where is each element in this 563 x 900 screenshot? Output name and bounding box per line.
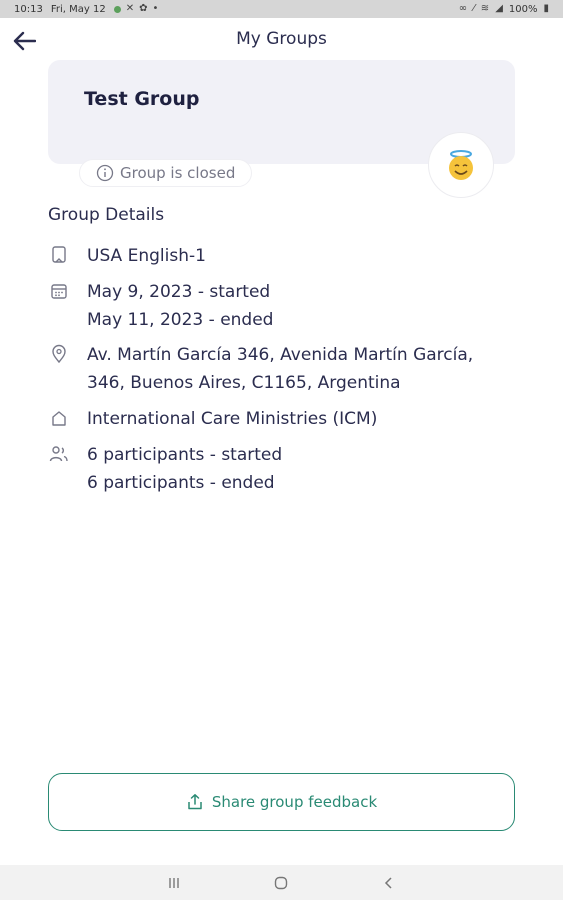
- home-button[interactable]: [266, 868, 296, 898]
- share-feedback-label: Share group feedback: [211, 793, 378, 811]
- link-icon: ∞: [458, 3, 468, 14]
- group-details-title: Group Details: [48, 205, 165, 225]
- participants-started-text: 6 participants - started: [87, 445, 283, 465]
- halo-smiley-icon: [449, 150, 473, 180]
- tools-icon: ✕: [125, 3, 135, 14]
- wifi-icon: ≋: [480, 3, 490, 14]
- chevron-left-icon: [385, 876, 392, 889]
- share-icon: [188, 794, 202, 810]
- system-nav-bar: [0, 865, 563, 900]
- recent-apps-button[interactable]: [159, 868, 189, 898]
- address-line-1: Av. Martín García 346, Avenida Martín Ga…: [87, 345, 474, 365]
- group-name: Test Group: [84, 88, 200, 110]
- location-pin-icon: [48, 343, 70, 365]
- battery-icon: ▮: [543, 3, 549, 14]
- organization-row: International Care Ministries (ICM): [48, 405, 377, 433]
- home-icon: [48, 407, 70, 429]
- battery-level: 100%: [508, 3, 538, 15]
- status-date: Fri, May 12: [50, 3, 106, 15]
- group-status-text: Group is closed: [120, 164, 236, 182]
- dot-icon: •: [152, 3, 159, 14]
- calendar-icon: [48, 280, 70, 302]
- home-circle-icon: [275, 876, 288, 889]
- address-row: Av. Martín García 346, Avenida Martín Ga…: [48, 341, 473, 397]
- share-feedback-button[interactable]: Share group feedback: [48, 773, 515, 831]
- android-icon: [113, 5, 121, 13]
- group-status-badge: Group is closed: [79, 159, 253, 187]
- participants-row: 6 participants - started 6 participants …: [48, 441, 282, 497]
- language-row: USA English-1: [48, 242, 206, 270]
- address-line-2: 346, Buenos Aires, C1165, Argentina: [87, 373, 401, 393]
- dates-row: May 9, 2023 - started May 11, 2023 - end…: [48, 278, 273, 334]
- date-ended-text: May 11, 2023 - ended: [87, 310, 274, 330]
- app-header: My Groups: [0, 18, 563, 60]
- status-time: 10:13: [14, 3, 43, 15]
- organization-text: International Care Ministries (ICM): [87, 409, 378, 429]
- language-text: USA English-1: [87, 246, 206, 266]
- info-icon: [96, 164, 114, 182]
- settings-icon: ✿: [139, 3, 148, 14]
- date-started-text: May 9, 2023 - started: [87, 282, 271, 302]
- mute-icon: ⁄: [473, 3, 475, 14]
- people-icon: [48, 443, 70, 465]
- group-avatar: [428, 132, 494, 198]
- recent-apps-icon: [169, 877, 179, 888]
- status-bar: 10:13 Fri, May 12 ✕ ✿ • ∞ ⁄ ≋ ◢ 100% ▮: [0, 0, 563, 18]
- system-back-button[interactable]: [374, 868, 404, 898]
- bookmark-icon: [48, 244, 70, 266]
- page-title: My Groups: [236, 29, 327, 49]
- participants-ended-text: 6 participants - ended: [87, 473, 275, 493]
- signal-icon: ◢: [495, 3, 503, 14]
